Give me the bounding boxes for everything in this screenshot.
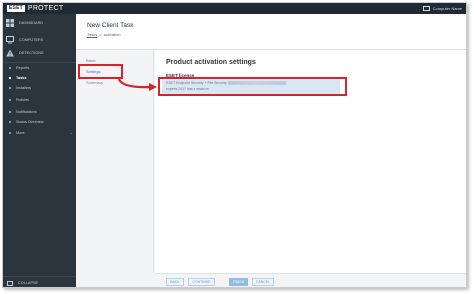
callout-arrow-icon [117,78,157,91]
app-window: ESET PROTECT Computer Name DASHBOARD COM… [2,2,467,288]
